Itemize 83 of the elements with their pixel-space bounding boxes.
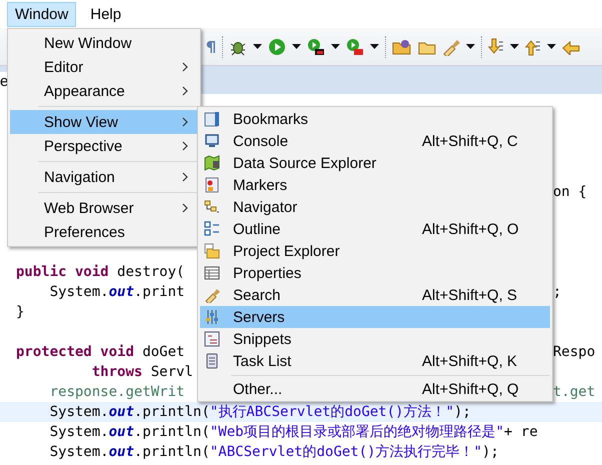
code-text: t.get — [553, 383, 596, 402]
menu-item[interactable]: Properties — [200, 262, 550, 284]
menu-item[interactable]: Search Alt+Shift+Q, S — [200, 284, 550, 306]
menu-item[interactable]: Task List Alt+Shift+Q, K — [200, 350, 550, 372]
pilcrow-icon[interactable] — [204, 40, 216, 54]
flashlight-icon — [205, 289, 220, 303]
markers-icon — [206, 178, 218, 192]
code-text: + re — [504, 423, 538, 442]
menu-item[interactable]: Navigator — [200, 196, 550, 218]
code-text: out — [108, 423, 134, 442]
code-text: System. — [48, 283, 109, 302]
code-text: public — [16, 263, 67, 282]
code-text: .println( — [134, 443, 210, 462]
sliders-icon — [206, 310, 218, 324]
flashlight-icon[interactable] — [442, 38, 460, 56]
code-text: ; — [553, 283, 562, 302]
code-text: } — [16, 303, 24, 322]
run-icon[interactable] — [268, 38, 286, 56]
dropdown-arrow-icon[interactable] — [292, 44, 301, 49]
menu-item[interactable]: Project Explorer — [200, 240, 550, 262]
up-arrow-icon[interactable] — [525, 38, 541, 56]
folder-icon — [204, 244, 220, 258]
menu-item[interactable]: Other... Alt+Shift+Q, Q — [200, 378, 550, 400]
folder-icon[interactable] — [392, 38, 412, 54]
dropdown-arrow-icon[interactable] — [510, 44, 519, 49]
menu-item[interactable]: Servers — [200, 306, 550, 328]
menu-item[interactable]: Web Browser — [10, 196, 198, 220]
menu-item[interactable]: Perspective — [10, 134, 198, 158]
code-text: ); — [454, 403, 471, 422]
code-text: doGet — [141, 343, 185, 362]
menu-bar-item[interactable]: Window — [7, 2, 76, 26]
code-text: .println( — [134, 423, 210, 442]
menu-item[interactable]: Outline Alt+Shift+Q, O — [200, 218, 550, 240]
menu-item[interactable]: Navigation — [10, 165, 198, 189]
code-text: "Web项目的根目录或部署后的绝对物理路径是" — [210, 423, 504, 442]
code-text: "ABCServlet的doGet()方法执行完毕！" — [210, 443, 482, 462]
code-text: on { — [553, 183, 587, 202]
code-text: protected — [16, 343, 92, 362]
code-text: Respo — [553, 343, 596, 362]
back-arrow-icon[interactable] — [562, 38, 580, 54]
code-text: void — [74, 263, 109, 282]
dropdown-arrow-icon[interactable] — [466, 44, 475, 49]
code-text: response.getWrit — [48, 383, 185, 402]
book-icon — [204, 112, 219, 126]
code-text: System. — [48, 423, 109, 442]
outline-icon — [204, 221, 220, 236]
code-text: .print — [134, 283, 185, 302]
table-icon — [204, 266, 220, 280]
code-text: System. — [48, 443, 109, 462]
code-text: ); — [482, 443, 499, 462]
down-arrow-icon[interactable] — [488, 38, 504, 56]
dropdown-arrow-icon[interactable] — [331, 44, 340, 49]
code-text: "执行ABCServlet的doGet()方法！" — [210, 403, 454, 422]
code-text: out — [108, 443, 134, 462]
code-text: Servl — [150, 363, 194, 382]
menu-item[interactable]: Console Alt+Shift+Q, C — [200, 130, 550, 152]
code-text: out — [108, 403, 134, 422]
code-text: destroy( — [116, 263, 185, 282]
menu-bar-item[interactable]: Help — [82, 2, 130, 26]
menu-item[interactable]: Markers — [200, 174, 550, 196]
map-icon — [204, 155, 220, 171]
menu-item[interactable]: Editor — [10, 55, 198, 79]
run-tools-icon[interactable] — [346, 38, 364, 56]
clipboard-icon — [206, 354, 218, 368]
snippets-icon — [204, 332, 220, 346]
run-server-icon[interactable] — [307, 38, 325, 56]
dropdown-arrow-icon[interactable] — [547, 44, 556, 49]
menu-item[interactable]: Show View — [10, 110, 198, 134]
dropdown-arrow-icon[interactable] — [370, 44, 379, 49]
menu-item[interactable]: Snippets — [200, 328, 550, 350]
code-text: out — [108, 283, 134, 302]
menu-item[interactable]: Preferences — [10, 220, 198, 244]
menu-item[interactable]: Bookmarks — [200, 108, 550, 130]
code-text: throws — [90, 363, 142, 382]
menu-item[interactable]: Data Source Explorer — [200, 152, 550, 174]
menu-item[interactable]: Appearance — [10, 79, 198, 103]
monitor-icon — [205, 134, 219, 147]
dropdown-arrow-icon[interactable] — [253, 44, 262, 49]
tree-icon — [204, 200, 220, 212]
code-text: System. — [48, 403, 109, 422]
menu-item[interactable]: New Window — [10, 31, 198, 55]
code-text: .println( — [134, 403, 210, 422]
code-text: void — [99, 343, 134, 362]
